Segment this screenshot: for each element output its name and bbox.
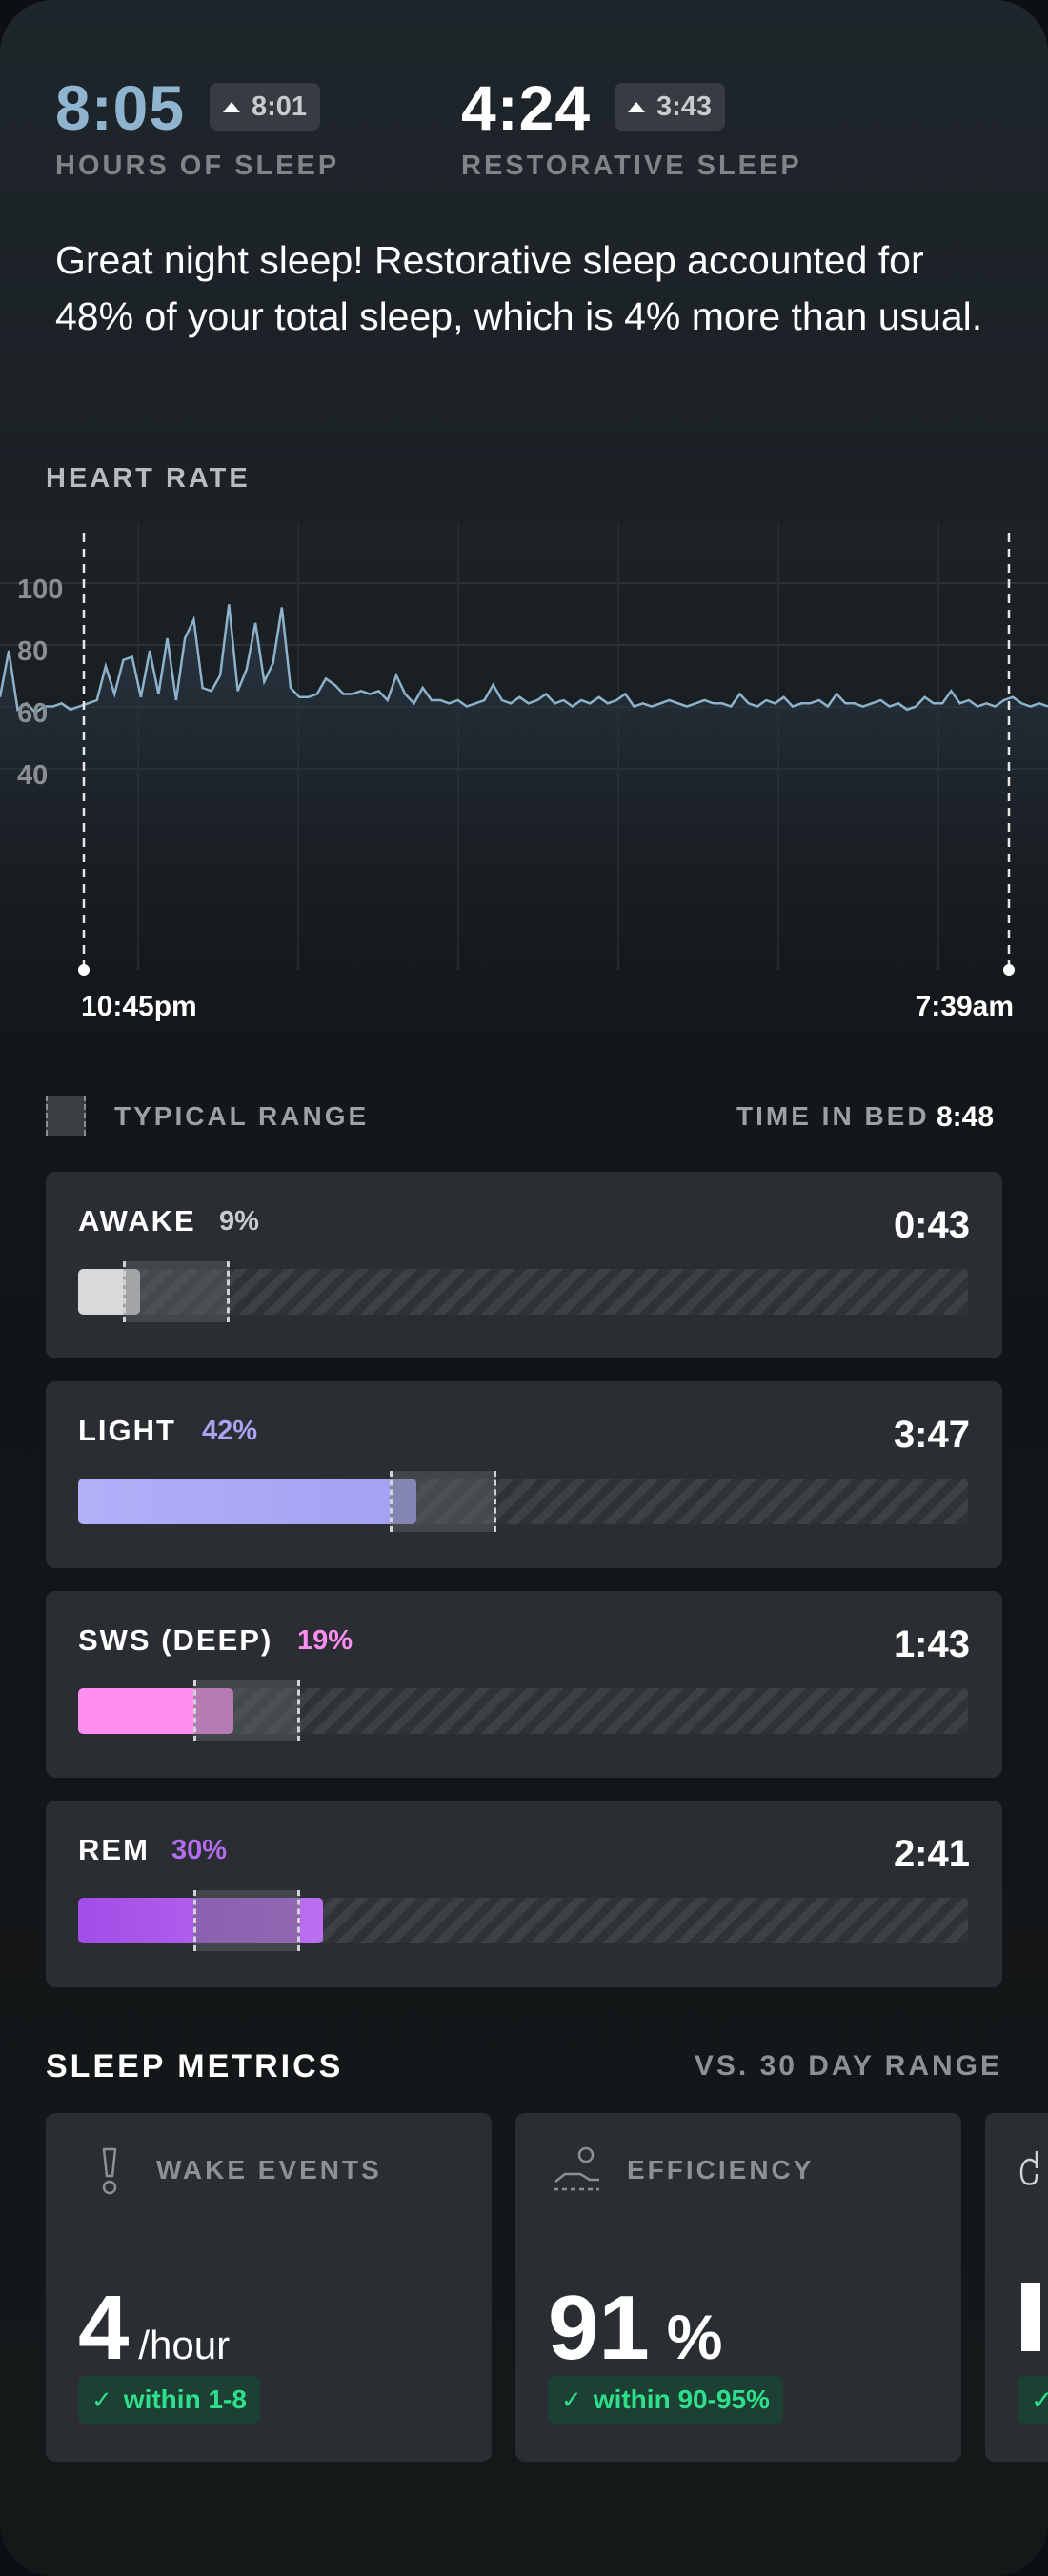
restorative-sleep-label: RESTORATIVE SLEEP [461, 151, 802, 181]
sleep-end-dot [1003, 964, 1015, 976]
typical-range-marker [122, 1261, 230, 1322]
sleep-end-time: 7:39am [915, 991, 1014, 1022]
metric-value: 91% [548, 2283, 722, 2374]
lungs-icon [1019, 2151, 1038, 2185]
metric-label: WAKE EVENTS [156, 2155, 382, 2184]
hours-of-sleep-badge: 8:01 [210, 83, 321, 131]
metric-card-efficiency[interactable]: EFFICIENCY 91% ✓ within 90-95% [515, 2113, 961, 2462]
heart-rate-title: HEART RATE [46, 463, 251, 493]
metric-label: EFFICIENCY [627, 2155, 815, 2184]
metric-range-badge: ✓ within 90-95% [548, 2376, 783, 2424]
typical-range-marker [193, 1890, 301, 1951]
y-tick-label: 80 [17, 636, 48, 667]
stage-duration: 1:43 [893, 1623, 970, 1665]
heart-rate-chart: 100 80 60 40 [0, 522, 1048, 989]
metric-unit: % [666, 2302, 723, 2372]
time-in-bed-value: 8:48 [937, 1101, 995, 1133]
stage-duration: 0:43 [893, 1204, 970, 1246]
typical-range-marker [389, 1471, 496, 1532]
sleep-metrics-title: SLEEP METRICS [46, 2048, 344, 2084]
sleep-metrics-subtitle: VS. 30 DAY RANGE [694, 2050, 1002, 2082]
stage-name: AWAKE [78, 1204, 196, 1238]
stage-bar-fill [78, 1479, 416, 1524]
restorative-sleep-badge: 3:43 [615, 83, 726, 131]
stage-card-rem[interactable]: REM 30% 2:41 [46, 1801, 1002, 1987]
sleep-start-time: 10:45pm [81, 991, 197, 1022]
metric-range-text: within 90-95% [593, 2385, 770, 2414]
stage-card-sws[interactable]: SWS (DEEP) 19% 1:43 [46, 1591, 1002, 1778]
metric-card-partial[interactable]: ✓ [985, 2113, 1048, 2462]
stage-percent: 30% [171, 1835, 228, 1865]
check-icon: ✓ [561, 2385, 582, 2414]
typical-range-label: TYPICAL RANGE [114, 1101, 370, 1131]
metric-range-badge-partial: ✓ [1018, 2376, 1048, 2424]
y-tick-label: 60 [17, 698, 48, 729]
check-icon: ✓ [91, 2385, 112, 2414]
metric-range-text: within 1-8 [123, 2385, 247, 2414]
stage-percent: 19% [297, 1625, 353, 1656]
time-in-bed-label: TIME IN BED [736, 1101, 930, 1131]
stage-percent: 9% [219, 1206, 259, 1237]
stage-name: SWS (DEEP) [78, 1623, 273, 1657]
sleep-start-dot [78, 964, 90, 976]
hours-of-sleep-value: 8:05 [55, 72, 186, 143]
restorative-sleep-value: 4:24 [461, 72, 592, 143]
typical-range-swatch [46, 1096, 86, 1136]
sleeper-icon [554, 2146, 599, 2191]
metric-card-wake-events[interactable]: WAKE EVENTS 4/hour ✓ within 1-8 [46, 2113, 492, 2462]
exclamation-icon [102, 2147, 117, 2195]
metric-range-badge: ✓ within 1-8 [78, 2376, 260, 2424]
stage-duration: 2:41 [893, 1833, 970, 1875]
metric-value-partial [1021, 2283, 1040, 2351]
y-tick-label: 40 [17, 760, 48, 791]
metric-value: 4/hour [78, 2283, 230, 2374]
sleep-summary-text: Great night sleep! Restorative sleep acc… [55, 238, 983, 338]
stage-name: REM [78, 1833, 150, 1866]
restorative-sleep-previous: 3:43 [656, 91, 713, 122]
stage-card-light[interactable]: LIGHT 42% 3:47 [46, 1381, 1002, 1568]
y-tick-label: 100 [17, 574, 63, 605]
stage-duration: 3:47 [893, 1414, 970, 1456]
typical-range-marker [193, 1680, 301, 1741]
stage-bar-track [78, 1479, 968, 1524]
metric-unit: /hour [138, 2323, 231, 2367]
stage-card-awake[interactable]: AWAKE 9% 0:43 [46, 1172, 1002, 1358]
sleep-screen: 8:05 8:01 HOURS OF SLEEP 4:24 3:43 RESTO… [0, 0, 1048, 2576]
hours-of-sleep-previous: 8:01 [252, 91, 308, 122]
stage-percent: 42% [202, 1416, 258, 1446]
up-arrow-icon [628, 101, 645, 112]
hours-of-sleep-label: HOURS OF SLEEP [55, 151, 340, 181]
up-arrow-icon [223, 101, 240, 112]
stage-name: LIGHT [78, 1414, 176, 1447]
metric-number: 91 [548, 2277, 650, 2379]
metric-number: 4 [78, 2277, 130, 2379]
